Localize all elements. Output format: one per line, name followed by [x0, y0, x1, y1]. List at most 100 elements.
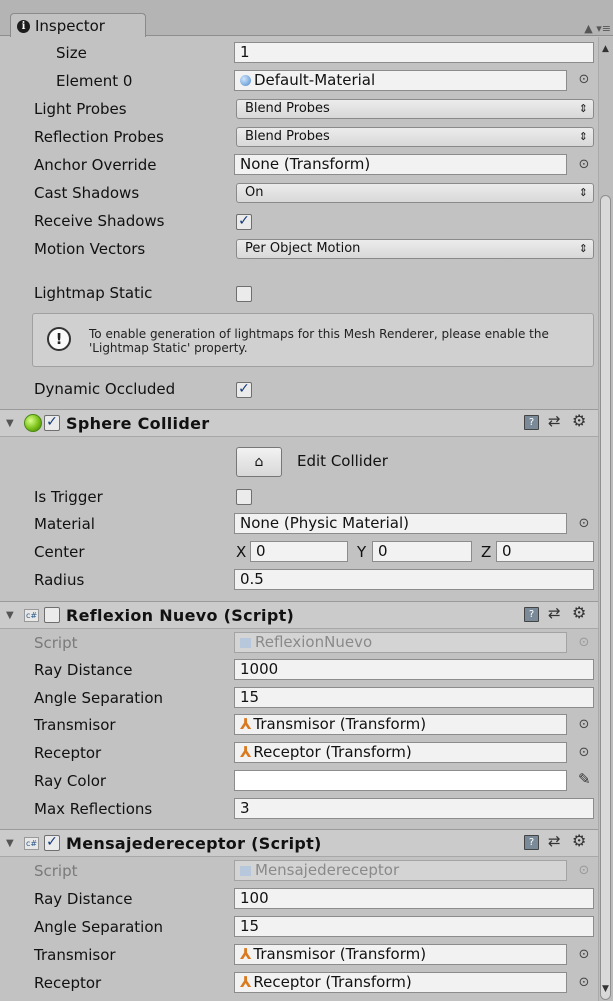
mensaje-script-label: Script — [34, 862, 78, 880]
material-label: Material — [34, 515, 95, 533]
reflexion-max-reflections-field[interactable]: 3 — [234, 798, 594, 819]
foldout-arrow-icon[interactable]: ▼ — [6, 838, 14, 849]
lightmap-static-label: Lightmap Static — [34, 284, 153, 302]
cast-shadows-dropdown[interactable]: On ⇕ — [236, 183, 594, 203]
sphere-collider-header[interactable]: ▼ ✓ Sphere Collider ? ⇄ ⚙ — [0, 409, 598, 437]
mensajedereceptor-header[interactable]: ▼ c# ✓ Mensajedereceptor (Script) ? ⇄ ⚙ — [0, 829, 598, 857]
mensajedereceptor-enabled-checkbox[interactable]: ✓ — [44, 835, 60, 851]
mensaje-ray-distance-field[interactable]: 100 — [234, 888, 594, 909]
script-icon: c# — [24, 837, 39, 850]
preset-icon[interactable]: ⇄ — [548, 604, 561, 622]
anchor-override-field[interactable]: None (Transform) — [234, 154, 567, 175]
is-trigger-label: Is Trigger — [34, 488, 103, 506]
inspector-tab-bar: i Inspector ▲ ▾≡ — [0, 0, 613, 37]
radius-field[interactable]: 0.5 — [234, 569, 594, 590]
warning-info-icon: ! — [47, 327, 71, 351]
mensaje-receptor-picker-icon[interactable]: ⊙ — [576, 975, 592, 991]
reflexion-receptor-value: Receptor (Transform) — [253, 743, 412, 761]
lightmap-help-box: ! To enable generation of lightmaps for … — [32, 313, 594, 367]
center-x-label: X — [236, 543, 247, 561]
reflexion-nuevo-title: Reflexion Nuevo (Script) — [66, 606, 295, 625]
scrollbar-thumb[interactable] — [600, 195, 611, 1000]
mensaje-receptor-value: Receptor (Transform) — [253, 973, 412, 991]
reflexion-max-reflections-label: Max Reflections — [34, 800, 153, 818]
help-book-icon[interactable]: ? — [524, 415, 539, 430]
reflexion-transmisor-field[interactable]: ⅄ Transmisor (Transform) — [234, 714, 567, 735]
transform-icon: ⅄ — [240, 743, 252, 761]
motion-vectors-dropdown[interactable]: Per Object Motion ⇕ — [236, 239, 594, 259]
motion-vectors-label: Motion Vectors — [34, 240, 146, 258]
reflexion-transmisor-value: Transmisor (Transform) — [253, 715, 427, 733]
reflexion-receptor-picker-icon[interactable]: ⊙ — [576, 745, 592, 761]
edit-collider-icon: ⌂ — [254, 454, 264, 470]
element0-field[interactable]: Default-Material — [234, 70, 567, 91]
preset-icon[interactable]: ⇄ — [548, 832, 561, 850]
dynamic-occluded-label: Dynamic Occluded — [34, 380, 176, 398]
mensaje-transmisor-label: Transmisor — [34, 946, 116, 964]
center-z-field[interactable]: 0 — [496, 541, 594, 562]
gear-icon[interactable]: ⚙ — [572, 411, 586, 430]
radius-label: Radius — [34, 571, 85, 589]
element0-value: Default-Material — [254, 71, 376, 89]
center-y-field[interactable]: 0 — [372, 541, 472, 562]
center-x-field[interactable]: 0 — [250, 541, 348, 562]
help-book-icon[interactable]: ? — [524, 607, 539, 622]
reflexion-ray-color-label: Ray Color — [34, 772, 107, 790]
reflection-probes-dropdown[interactable]: Blend Probes ⇕ — [236, 127, 594, 147]
scroll-up-arrow-icon[interactable]: ▲ — [602, 44, 609, 54]
reflexion-ray-distance-field[interactable]: 1000 — [234, 659, 594, 680]
receive-shadows-label: Receive Shadows — [34, 212, 165, 230]
receive-shadows-checkbox[interactable]: ✓ — [236, 214, 252, 230]
dropdown-arrow-icon: ⇕ — [578, 130, 588, 143]
mensaje-transmisor-picker-icon[interactable]: ⊙ — [576, 947, 592, 963]
script-file-icon — [240, 866, 251, 876]
lock-menu-icon[interactable]: ▲ ▾≡ — [584, 22, 611, 35]
inspector-tab-title: Inspector — [35, 17, 105, 35]
gear-icon[interactable]: ⚙ — [572, 603, 586, 622]
reflexion-angle-separation-label: Angle Separation — [34, 689, 164, 707]
script-icon: c# — [24, 609, 39, 622]
reflection-probes-label: Reflection Probes — [34, 128, 164, 146]
script-file-icon — [240, 638, 251, 648]
scroll-down-arrow-icon[interactable]: ▼ — [602, 984, 609, 994]
reflexion-nuevo-header[interactable]: ▼ c# Reflexion Nuevo (Script) ? ⇄ ⚙ — [0, 601, 598, 629]
reflexion-nuevo-enabled-checkbox[interactable] — [44, 607, 60, 623]
edit-collider-button[interactable]: ⌂ — [236, 447, 282, 477]
center-z-label: Z — [481, 543, 492, 561]
reflexion-angle-separation-field[interactable]: 15 — [234, 687, 594, 708]
lightmap-static-checkbox[interactable] — [236, 286, 252, 302]
mensaje-receptor-field[interactable]: ⅄ Receptor (Transform) — [234, 972, 567, 993]
material-field[interactable]: None (Physic Material) — [234, 513, 567, 534]
sphere-collider-enabled-checkbox[interactable]: ✓ — [44, 415, 60, 431]
element0-object-picker-icon[interactable]: ⊙ — [576, 72, 592, 88]
is-trigger-checkbox[interactable] — [236, 489, 252, 505]
eyedropper-icon[interactable]: ✎ — [578, 770, 591, 788]
inspector-tab[interactable]: i Inspector — [10, 13, 146, 37]
mensaje-script-field: Mensajedereceptor — [234, 860, 567, 881]
dropdown-arrow-icon: ⇕ — [578, 102, 588, 115]
reflexion-script-value: ReflexionNuevo — [255, 633, 373, 651]
mensaje-transmisor-field[interactable]: ⅄ Transmisor (Transform) — [234, 944, 567, 965]
help-book-icon[interactable]: ? — [524, 835, 539, 850]
light-probes-dropdown[interactable]: Blend Probes ⇕ — [236, 99, 594, 119]
cast-shadows-value: On — [245, 185, 264, 200]
mensaje-angle-separation-field[interactable]: 15 — [234, 916, 594, 937]
mensaje-receptor-label: Receptor — [34, 974, 102, 992]
motion-vectors-value: Per Object Motion — [245, 241, 361, 256]
gear-icon[interactable]: ⚙ — [572, 831, 586, 850]
reflexion-ray-color-field[interactable] — [234, 770, 567, 791]
foldout-arrow-icon[interactable]: ▼ — [6, 418, 14, 429]
mensajedereceptor-title: Mensajedereceptor (Script) — [66, 834, 322, 853]
dynamic-occluded-checkbox[interactable]: ✓ — [236, 382, 252, 398]
mensaje-angle-separation-label: Angle Separation — [34, 918, 164, 936]
transform-icon: ⅄ — [240, 945, 252, 963]
reflexion-transmisor-picker-icon[interactable]: ⊙ — [576, 717, 592, 733]
size-field[interactable]: 1 — [234, 42, 594, 63]
element0-label: Element 0 — [56, 72, 133, 90]
material-picker-icon[interactable]: ⊙ — [576, 516, 592, 532]
reflexion-receptor-field[interactable]: ⅄ Receptor (Transform) — [234, 742, 567, 763]
foldout-arrow-icon[interactable]: ▼ — [6, 610, 14, 621]
preset-icon[interactable]: ⇄ — [548, 412, 561, 430]
info-icon: i — [17, 19, 30, 33]
anchor-override-picker-icon[interactable]: ⊙ — [576, 157, 592, 173]
